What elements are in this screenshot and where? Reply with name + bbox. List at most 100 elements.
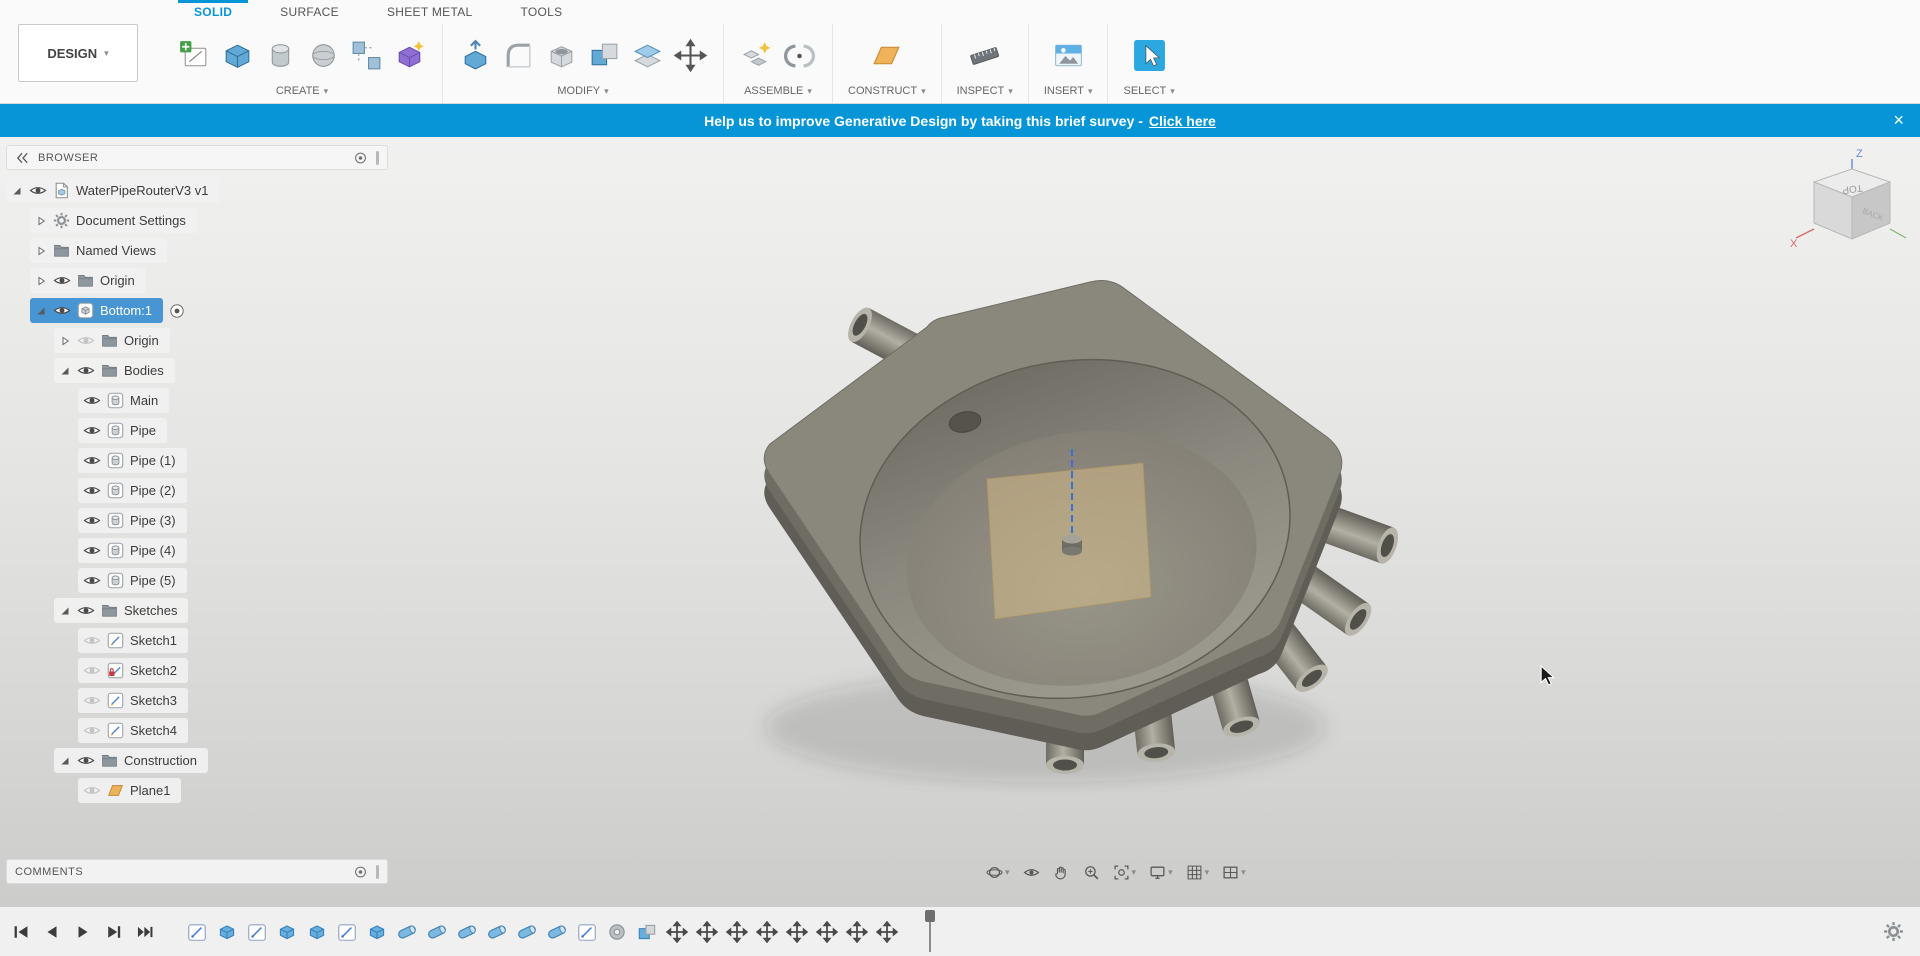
timeline-feature-move[interactable]	[815, 920, 839, 943]
timeline-feature-pipe[interactable]	[516, 921, 538, 943]
timeline-feature-extrude[interactable]	[306, 921, 328, 943]
create-box-icon[interactable]	[220, 38, 255, 73]
tree-item-named-views[interactable]: Named Views	[30, 238, 167, 263]
collapse-panel-icon[interactable]	[15, 151, 30, 165]
timeline-playhead[interactable]	[924, 910, 936, 954]
measure-icon[interactable]	[967, 38, 1002, 73]
look-at-button[interactable]	[1019, 861, 1044, 884]
timeline-feature-sketch[interactable]	[246, 921, 268, 943]
tree-item-origin[interactable]: Origin	[30, 268, 146, 293]
insert-canvas-icon[interactable]	[1051, 38, 1086, 73]
timeline-feature-move[interactable]	[845, 920, 869, 943]
comments-options-icon[interactable]	[353, 865, 368, 879]
timeline-feature-pipe[interactable]	[456, 921, 478, 943]
tree-item-pipe-3[interactable]: Pipe (3)	[78, 508, 187, 533]
tree-item-sketch3[interactable]: Sketch3	[78, 688, 188, 713]
timeline-feature-move[interactable]	[695, 920, 719, 943]
pan-button[interactable]	[1049, 861, 1074, 884]
toolbar-group-label-insert[interactable]: INSERT ▾	[1044, 85, 1093, 100]
toolbar-group-label-inspect[interactable]: INSPECT ▾	[957, 85, 1013, 100]
tree-item-sketch4[interactable]: Sketch4	[78, 718, 188, 743]
visibility-eye-icon[interactable]	[77, 604, 95, 617]
tree-item-pipe[interactable]: Pipe	[78, 418, 168, 443]
timeline-feature-extrude[interactable]	[366, 921, 388, 943]
collapse-arrow-icon[interactable]	[59, 605, 71, 617]
tree-item-sketches[interactable]: Sketches	[54, 598, 189, 623]
tree-item-pipe-1[interactable]: Pipe (1)	[78, 448, 187, 473]
timeline-feature-revolve[interactable]	[606, 921, 628, 943]
go-to-start-button[interactable]	[12, 923, 30, 941]
create-sketch-icon[interactable]	[177, 38, 212, 73]
timeline-feature-move[interactable]	[665, 920, 689, 943]
tree-item-pipe-2[interactable]: Pipe (2)	[78, 478, 187, 503]
zoom-button[interactable]	[1079, 861, 1104, 884]
timeline-feature-combine[interactable]	[636, 921, 658, 943]
visibility-eye-icon[interactable]	[83, 394, 101, 407]
toolbar-group-label-modify[interactable]: MODIFY ▾	[557, 85, 608, 100]
fit-button[interactable]: ▾	[1109, 861, 1141, 884]
tree-item-origin[interactable]: Origin	[54, 328, 170, 353]
expand-arrow-icon[interactable]	[35, 275, 47, 287]
visibility-eye-icon[interactable]	[83, 724, 101, 737]
visibility-eye-icon[interactable]	[83, 694, 101, 707]
expand-arrow-icon[interactable]	[35, 245, 47, 257]
timeline-feature-move[interactable]	[725, 920, 749, 943]
tree-item-pipe-4[interactable]: Pipe (4)	[78, 538, 187, 563]
activate-component-radio[interactable]	[169, 303, 185, 319]
tab-tools[interactable]: TOOLS	[497, 0, 587, 24]
toolbar-group-label-construct[interactable]: CONSTRUCT ▾	[848, 85, 926, 100]
tab-surface[interactable]: SURFACE	[256, 0, 363, 24]
visibility-eye-icon[interactable]	[83, 664, 101, 677]
tree-item-bottom-1[interactable]: Bottom:1	[30, 298, 164, 323]
press-pull-icon[interactable]	[458, 38, 493, 73]
visibility-eye-icon[interactable]	[83, 514, 101, 527]
timeline-feature-move[interactable]	[785, 920, 809, 943]
tree-item-sketch1[interactable]: Sketch1	[78, 628, 188, 653]
tab-sheet-metal[interactable]: SHEET METAL	[363, 0, 497, 24]
create-sphere-icon[interactable]	[306, 38, 341, 73]
tree-item-waterpiperouterv3-v1[interactable]: WaterPipeRouterV3 v1	[6, 178, 220, 203]
move-icon[interactable]	[673, 38, 708, 73]
visibility-eye-icon[interactable]	[77, 754, 95, 767]
tab-solid[interactable]: SOLID	[170, 0, 256, 24]
visibility-eye-icon[interactable]	[77, 364, 95, 377]
viewports-button[interactable]: ▾	[1218, 861, 1250, 884]
new-component-icon[interactable]	[739, 38, 774, 73]
visibility-eye-icon[interactable]	[77, 334, 95, 347]
offset-face-icon[interactable]	[630, 38, 665, 73]
visibility-eye-icon[interactable]	[83, 634, 101, 647]
view-cube[interactable]: Z TOP BACK X	[1788, 145, 1916, 271]
visibility-eye-icon[interactable]	[83, 544, 101, 557]
combine-icon[interactable]	[587, 38, 622, 73]
create-cylinder-icon[interactable]	[263, 38, 298, 73]
timeline-feature-sketch[interactable]	[336, 921, 358, 943]
toolbar-group-label-select[interactable]: SELECT ▾	[1123, 85, 1174, 100]
toolbar-group-label-assemble[interactable]: ASSEMBLE ▾	[744, 85, 812, 100]
timeline-feature-pipe[interactable]	[426, 921, 448, 943]
visibility-eye-icon[interactable]	[83, 424, 101, 437]
visibility-eye-icon[interactable]	[83, 784, 101, 797]
toolbar-group-label-create[interactable]: CREATE ▾	[276, 85, 328, 100]
display-button[interactable]: ▾	[1145, 861, 1177, 884]
tree-item-construction[interactable]: Construction	[54, 748, 208, 773]
select-icon[interactable]	[1132, 38, 1167, 73]
visibility-eye-icon[interactable]	[53, 304, 71, 317]
timeline-feature-sketch[interactable]	[576, 921, 598, 943]
timeline-feature-sketch[interactable]	[186, 921, 208, 943]
tree-item-main[interactable]: Main	[78, 388, 170, 413]
visibility-eye-icon[interactable]	[53, 274, 71, 287]
panel-resize-handle[interactable]	[376, 150, 379, 165]
collapse-arrow-icon[interactable]	[59, 755, 71, 767]
model-waterpiperouter[interactable]	[735, 267, 1455, 827]
timeline-feature-pipe[interactable]	[396, 921, 418, 943]
visibility-eye-icon[interactable]	[83, 454, 101, 467]
visibility-eye-icon[interactable]	[29, 184, 47, 197]
collapse-arrow-icon[interactable]	[11, 185, 23, 197]
create-form-icon[interactable]	[392, 38, 427, 73]
timeline-feature-extrude[interactable]	[276, 921, 298, 943]
timeline-feature-pipe[interactable]	[546, 921, 568, 943]
step-back-button[interactable]	[43, 923, 61, 941]
playhead-grip[interactable]	[925, 910, 935, 922]
tree-item-bodies[interactable]: Bodies	[54, 358, 175, 383]
step-forward-button[interactable]	[105, 923, 123, 941]
